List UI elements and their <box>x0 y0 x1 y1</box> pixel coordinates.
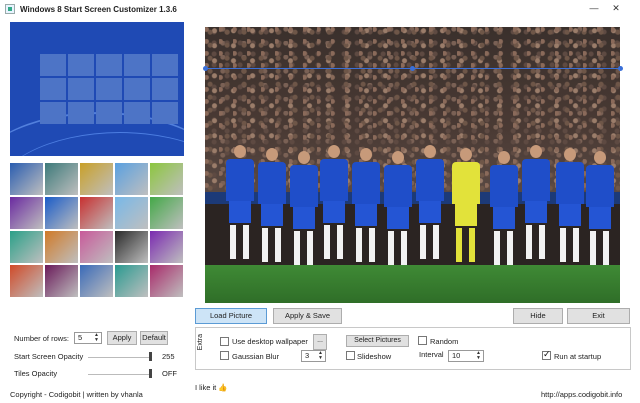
background-swatch[interactable] <box>150 265 183 297</box>
background-swatch[interactable] <box>45 163 78 195</box>
rows-value: 5 <box>78 333 83 342</box>
slideshow-label: Slideshow <box>357 352 392 361</box>
thumbs-up-icon: 👍 <box>218 383 228 392</box>
website-link[interactable]: http://apps.codigobit.info <box>541 390 622 399</box>
copyright-text: Copyright - Codigobit | written by vhanl… <box>10 390 143 399</box>
pitch-grass <box>205 265 620 303</box>
close-button[interactable]: ✕ <box>611 3 621 13</box>
interval-value: 10 <box>452 351 461 360</box>
extra-group-label: Extra <box>197 334 204 351</box>
start-opacity-thumb[interactable] <box>149 352 152 361</box>
gaussian-blur-checkbox[interactable] <box>220 351 229 360</box>
background-swatch[interactable] <box>115 163 148 195</box>
spinner-arrows-icon[interactable]: ▲ ▼ <box>94 333 99 343</box>
background-swatch[interactable] <box>10 163 43 195</box>
run-at-startup-checkbox[interactable] <box>542 349 551 360</box>
spinner-arrows-icon[interactable]: ▲ ▼ <box>476 351 481 361</box>
background-swatch[interactable] <box>10 231 43 263</box>
background-swatch[interactable] <box>10 265 43 297</box>
blur-spinner[interactable]: 3 ▲ ▼ <box>301 350 326 362</box>
crop-handle-center[interactable] <box>410 66 415 71</box>
background-swatch[interactable] <box>115 197 148 229</box>
start-screen-preview <box>10 22 184 156</box>
background-swatch[interactable] <box>150 163 183 195</box>
background-swatch[interactable] <box>150 197 183 229</box>
tiles-opacity-value: OFF <box>162 369 177 378</box>
interval-label: Interval <box>419 350 444 359</box>
minimize-button[interactable]: — <box>589 3 599 13</box>
app-icon <box>5 4 15 14</box>
background-swatch[interactable] <box>45 197 78 229</box>
background-swatch[interactable] <box>45 265 78 297</box>
apply-save-button[interactable]: Apply & Save <box>273 308 342 324</box>
random-checkbox[interactable] <box>418 336 427 345</box>
like-label: I like it <box>195 383 217 392</box>
default-rows-button[interactable]: Default <box>140 331 168 345</box>
tiles-opacity-slider[interactable] <box>88 374 152 375</box>
start-opacity-value: 255 <box>162 352 175 361</box>
preview-tiles <box>40 54 178 124</box>
start-opacity-label: Start Screen Opacity <box>14 352 84 361</box>
background-swatch[interactable] <box>80 197 113 229</box>
extra-group <box>195 327 631 370</box>
tiles-opacity-label: Tiles Opacity <box>14 369 58 378</box>
use-desktop-wallpaper-checkbox[interactable] <box>220 337 229 346</box>
browse-wallpaper-button[interactable]: ... <box>313 334 327 350</box>
background-swatch[interactable] <box>10 197 43 229</box>
start-opacity-slider[interactable] <box>88 357 152 358</box>
background-swatch[interactable] <box>150 231 183 263</box>
title-bar: Windows 8 Start Screen Customizer 1.3.6 … <box>0 0 640 18</box>
background-swatch[interactable] <box>115 265 148 297</box>
apply-rows-button[interactable]: Apply <box>107 331 137 345</box>
rows-spinner[interactable]: 5 ▲ ▼ <box>74 332 102 344</box>
rows-label: Number of rows: <box>14 334 70 343</box>
crop-handle-left[interactable] <box>203 66 208 71</box>
background-swatch[interactable] <box>45 231 78 263</box>
random-label: Random <box>430 337 459 346</box>
exit-button[interactable]: Exit <box>567 308 630 324</box>
use-desktop-wallpaper-label: Use desktop wallpaper <box>232 337 308 346</box>
select-pictures-button[interactable]: Select Pictures <box>346 335 409 347</box>
background-swatch[interactable] <box>115 231 148 263</box>
background-swatch[interactable] <box>80 265 113 297</box>
background-swatch[interactable] <box>80 163 113 195</box>
tiles-opacity-thumb[interactable] <box>149 369 152 378</box>
hide-button[interactable]: Hide <box>513 308 563 324</box>
blur-value: 3 <box>305 351 310 360</box>
background-swatch-grid <box>10 163 183 297</box>
load-picture-button[interactable]: Load Picture <box>195 308 267 324</box>
window-title: Windows 8 Start Screen Customizer 1.3.6 <box>20 5 177 14</box>
gaussian-blur-label: Gaussian Blur <box>232 352 280 361</box>
run-at-startup-label: Run at startup <box>554 352 602 361</box>
background-swatch[interactable] <box>80 231 113 263</box>
interval-spinner[interactable]: 10 ▲ ▼ <box>448 350 484 362</box>
crop-handle-right[interactable] <box>618 66 623 71</box>
like-link[interactable]: I like it 👍 <box>195 383 228 392</box>
spinner-arrows-icon[interactable]: ▲ ▼ <box>318 351 323 361</box>
slideshow-checkbox[interactable] <box>346 351 355 360</box>
